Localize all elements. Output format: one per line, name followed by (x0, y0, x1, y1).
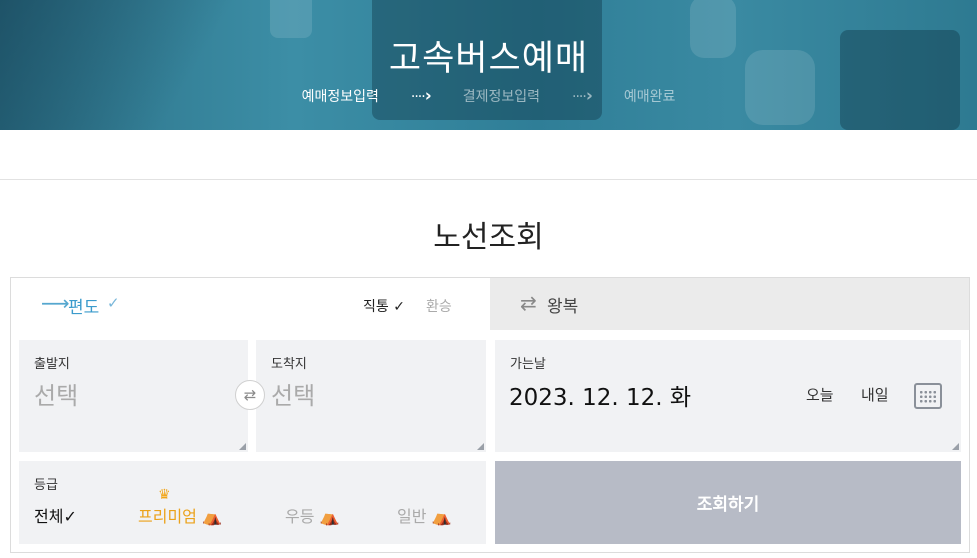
calendar-grid (919, 390, 937, 404)
grade-option-excellent[interactable]: 우등 ⛺ (285, 503, 339, 527)
grade-label: 등급 (34, 478, 58, 493)
search-button[interactable]: 조회하기 (495, 461, 961, 544)
arrival-label: 도착지 (271, 357, 307, 372)
swap-route-button[interactable]: ⇄ (235, 380, 265, 410)
header-banner: 고속버스예매 예매정보입력 ····› 결제정보입력 ····› 예매완료 (0, 0, 977, 130)
tab-oneway[interactable]: ⟶ 편도 ✓ 직통 ✓ 환승 (11, 278, 490, 330)
step-2: 결제정보입력 (462, 89, 541, 105)
tab-roundtrip[interactable]: ⇄ 왕복 (490, 278, 969, 330)
arrival-field[interactable]: 도착지 선택 (256, 340, 486, 452)
departure-value: 선택 (34, 382, 79, 410)
date-field[interactable]: 가는날 2023. 12. 12. 화 오늘 내일 (495, 340, 961, 452)
seat-icon: ⛺ (201, 507, 222, 526)
arrival-value: 선택 (271, 382, 316, 410)
grade-option-normal[interactable]: 일반 ⛺ (397, 503, 451, 527)
section-title: 노선조회 (433, 220, 544, 255)
swap-icon: ⇄ (243, 386, 257, 404)
seat-icon: ⛺ (431, 507, 452, 526)
check-icon: ✓ (393, 299, 405, 315)
tab-roundtrip-label: 왕복 (547, 297, 579, 317)
swap-arrows-icon: ⇄ (520, 291, 537, 315)
departure-label: 출발지 (34, 357, 70, 372)
corner-triangle-icon (952, 443, 959, 450)
step-3: 예매완료 (623, 89, 676, 105)
grade-option-premium[interactable]: 프리미엄 ⛺ (138, 503, 222, 527)
corner-triangle-icon (477, 443, 484, 450)
corner-triangle-icon (239, 443, 246, 450)
tomorrow-button[interactable]: 내일 (861, 384, 889, 405)
today-button[interactable]: 오늘 (806, 384, 834, 405)
seat-icon: ⛺ (319, 507, 340, 526)
departure-field[interactable]: 출발지 선택 (19, 340, 248, 452)
option-direct[interactable]: 직통 ✓ (363, 296, 405, 316)
grade-field: 등급 전체✓ ♛ 프리미엄 ⛺ 우등 ⛺ 일반 ⛺ (19, 461, 486, 544)
grade-option-all[interactable]: 전체✓ (34, 503, 77, 527)
right-arrow-icon: ⟶ (41, 291, 70, 315)
step-1: 예매정보입력 (301, 89, 379, 105)
check-icon: ✓ (107, 294, 120, 312)
date-label: 가는날 (510, 357, 546, 372)
option-transfer[interactable]: 환승 (426, 296, 452, 316)
page-title: 고속버스예매 (388, 39, 589, 79)
calendar-icon[interactable] (914, 383, 942, 409)
route-search-panel: ⟶ 편도 ✓ 직통 ✓ 환승 ⇄ 왕복 출발지 선택 도착지 선택 ⇄ 가는날 … (10, 277, 970, 553)
trip-type-tabs: ⟶ 편도 ✓ 직통 ✓ 환승 ⇄ 왕복 (11, 278, 969, 330)
step-arrow-icon: ····› (410, 86, 432, 106)
check-icon: ✓ (63, 507, 77, 526)
crown-icon: ♛ (158, 487, 171, 503)
step-indicator: 예매정보입력 ····› 결제정보입력 ····› 예매완료 (0, 86, 977, 106)
step-arrow-icon: ····› (572, 86, 593, 106)
tab-oneway-label: 편도 (68, 298, 100, 318)
divider (0, 179, 977, 180)
date-value: 2023. 12. 12. 화 (509, 385, 692, 411)
